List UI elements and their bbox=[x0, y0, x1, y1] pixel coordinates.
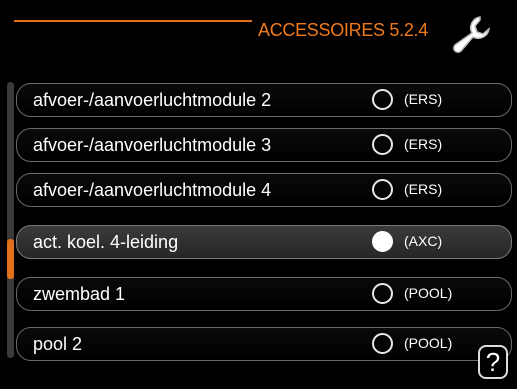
wrench-icon bbox=[453, 16, 491, 53]
list-item[interactable]: zwembad 1 (POOL) bbox=[16, 277, 512, 311]
radio-button-checked[interactable] bbox=[372, 231, 393, 252]
list-item-label: act. koel. 4-leiding bbox=[33, 232, 179, 252]
radio-button[interactable] bbox=[372, 134, 393, 155]
accessory-tag: (ERS) bbox=[404, 91, 443, 107]
radio-button[interactable] bbox=[372, 179, 393, 200]
radio-button[interactable] bbox=[372, 283, 393, 304]
question-mark-icon: ? bbox=[485, 347, 501, 377]
accessory-tag: (POOL) bbox=[404, 285, 453, 301]
header-line bbox=[14, 20, 252, 22]
accessory-tag: (POOL) bbox=[404, 335, 453, 351]
list-item-label: afvoer-/aanvoerluchtmodule 4 bbox=[33, 180, 272, 200]
scroll-thumb[interactable] bbox=[7, 239, 14, 279]
list-item[interactable]: pool 2 (POOL) bbox=[16, 327, 512, 361]
list-item-label: zwembad 1 bbox=[33, 284, 126, 304]
radio-button[interactable] bbox=[372, 333, 393, 354]
list-item-label: pool 2 bbox=[33, 334, 83, 354]
list-item[interactable]: afvoer-/aanvoerluchtmodule 4 (ERS) bbox=[16, 173, 512, 207]
list-item[interactable]: afvoer-/aanvoerluchtmodule 2 (ERS) bbox=[16, 83, 512, 117]
help-button[interactable]: ? bbox=[478, 345, 508, 379]
page-title: ACCESSOIRES 5.2.4 bbox=[258, 20, 428, 40]
list-item[interactable]: afvoer-/aanvoerluchtmodule 3 (ERS) bbox=[16, 128, 512, 162]
list-item-selected[interactable]: act. koel. 4-leiding (AXC) bbox=[16, 225, 512, 259]
list-item-label: afvoer-/aanvoerluchtmodule 2 bbox=[33, 90, 272, 110]
radio-button[interactable] bbox=[372, 89, 393, 110]
accessory-tag: (ERS) bbox=[404, 136, 443, 152]
scrollbar[interactable] bbox=[7, 82, 14, 358]
accessory-tag: (AXC) bbox=[404, 233, 443, 249]
accessory-tag: (ERS) bbox=[404, 181, 443, 197]
list-item-label: afvoer-/aanvoerluchtmodule 3 bbox=[33, 135, 272, 155]
